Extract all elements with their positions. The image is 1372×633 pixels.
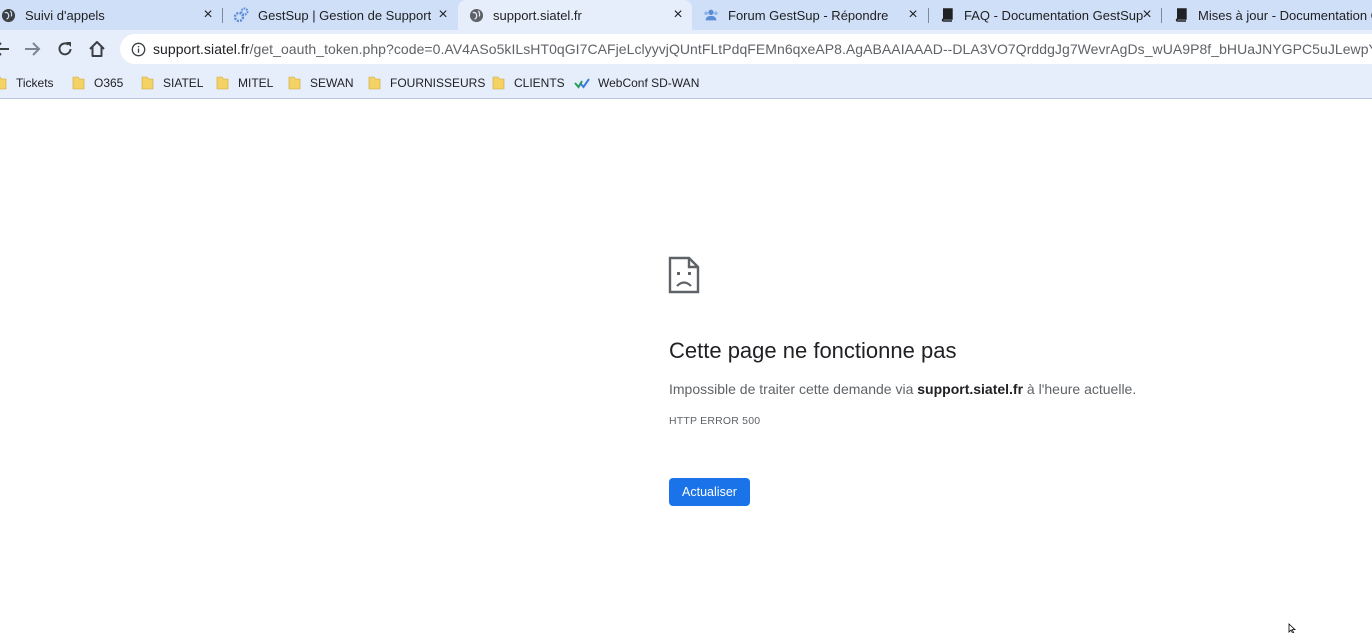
bookmark-siatel[interactable]: SIATEL xyxy=(141,68,203,98)
tab-separator xyxy=(222,8,223,23)
bookmark-label: WebConf SD-WAN xyxy=(598,76,700,90)
info-icon[interactable] xyxy=(130,41,146,57)
url-text[interactable]: support.siatel.fr/get_oauth_token.php?co… xyxy=(153,41,1372,57)
bookmark-o365[interactable]: O365 xyxy=(72,68,123,98)
url-host: support.siatel.fr xyxy=(153,41,250,57)
tab-mises-a-jour[interactable]: Mises à jour - Documentation G xyxy=(1173,0,1372,30)
arrow-left-icon xyxy=(0,42,9,56)
folder-icon xyxy=(72,76,85,90)
tab-faq-documentation[interactable]: FAQ - Documentation GestSup × xyxy=(939,0,1161,30)
bookmark-label: SIATEL xyxy=(163,76,204,90)
close-icon[interactable]: × xyxy=(200,7,216,23)
url-path: /get_oauth_token.php?code=0.AV4ASo5kILsH… xyxy=(249,41,1372,57)
tab-title: Mises à jour - Documentation G xyxy=(1198,7,1372,23)
bookmark-fournisseurs[interactable]: FOURNISSEURS xyxy=(368,68,485,98)
folder-icon xyxy=(216,76,229,90)
tab-separator xyxy=(1161,8,1162,23)
folder-icon xyxy=(141,76,154,90)
checkmark-logo-icon xyxy=(574,78,590,89)
error-desc-suffix: à l'heure actuelle. xyxy=(1023,381,1137,397)
bookmark-label: CLIENTS xyxy=(514,76,565,90)
browser-chrome: Suivi d'appels × GestSup | Gestion de Su… xyxy=(0,0,1372,99)
reload-toolbar-button[interactable] xyxy=(53,37,77,61)
bookmark-label: MITEL xyxy=(238,76,274,90)
bookmark-tickets[interactable]: Tickets xyxy=(0,68,54,98)
error-desc-host: support.siatel.fr xyxy=(917,381,1024,397)
bookmark-label: SEWAN xyxy=(310,76,354,90)
error-desc-prefix: Impossible de traiter cette demande via xyxy=(669,381,918,397)
arrow-right-icon xyxy=(25,42,41,56)
tab-forum-gestsup[interactable]: Forum GestSup - Répondre × xyxy=(703,0,927,30)
folder-icon xyxy=(492,76,505,90)
users-icon xyxy=(703,7,719,23)
close-icon[interactable]: × xyxy=(905,7,921,23)
tab-suivi-appels[interactable]: Suivi d'appels × xyxy=(0,0,222,30)
close-icon[interactable]: × xyxy=(435,7,451,23)
bookmark-clients[interactable]: CLIENTS xyxy=(492,68,565,98)
address-bar[interactable]: support.siatel.fr/get_oauth_token.php?co… xyxy=(120,34,1372,64)
close-icon[interactable]: × xyxy=(670,7,686,23)
mouse-cursor-icon xyxy=(1288,623,1297,633)
error-code: HTTP ERROR 500 xyxy=(669,415,761,427)
tab-title: Forum GestSup - Répondre xyxy=(728,7,889,23)
bookmark-label: Tickets xyxy=(16,76,54,90)
tab-title: FAQ - Documentation GestSup xyxy=(964,7,1144,23)
folder-icon xyxy=(288,76,301,90)
folder-icon xyxy=(368,76,381,90)
book-icon xyxy=(939,7,955,23)
error-page: Cette page ne fonctionne pas Impossible … xyxy=(0,99,1372,633)
globe-icon xyxy=(0,7,16,23)
reload-icon xyxy=(58,42,72,56)
bookmark-label: FOURNISSEURS xyxy=(390,76,486,90)
tab-gestsup[interactable]: GestSup | Gestion de Support × xyxy=(233,0,457,30)
tab-title: Suivi d'appels xyxy=(25,7,105,23)
sad-page-icon xyxy=(668,256,700,294)
bookmark-mitel[interactable]: MITEL xyxy=(216,68,273,98)
bookmark-sewan[interactable]: SEWAN xyxy=(288,68,354,98)
bookmark-label: O365 xyxy=(94,76,124,90)
tab-support-siatel[interactable]: support.siatel.fr × xyxy=(458,0,692,30)
tab-separator xyxy=(928,8,929,23)
tab-title: GestSup | Gestion de Support xyxy=(258,7,432,23)
back-button[interactable] xyxy=(0,37,14,61)
folder-icon xyxy=(0,76,7,90)
tab-title: support.siatel.fr xyxy=(493,7,582,23)
bookmark-webconf-sdwan[interactable]: WebConf SD-WAN xyxy=(574,68,699,98)
close-icon[interactable]: × xyxy=(1139,7,1155,23)
tab-strip: Suivi d'appels × GestSup | Gestion de Su… xyxy=(0,0,1372,30)
error-title: Cette page ne fonctionne pas xyxy=(669,338,957,363)
toolbar: support.siatel.fr/get_oauth_token.php?co… xyxy=(0,30,1372,68)
bookmarks-bar: Tickets O365 SIATEL MITEL SEWAN FOURNISS… xyxy=(0,68,1372,99)
reload-button[interactable]: Actualiser xyxy=(669,478,750,506)
gears-icon xyxy=(233,7,249,23)
book-icon xyxy=(1173,7,1189,23)
globe-icon xyxy=(468,7,484,23)
home-button[interactable] xyxy=(85,37,109,61)
forward-button[interactable] xyxy=(20,37,44,61)
home-icon xyxy=(89,41,105,57)
error-description: Impossible de traiter cette demande via … xyxy=(669,381,1136,397)
